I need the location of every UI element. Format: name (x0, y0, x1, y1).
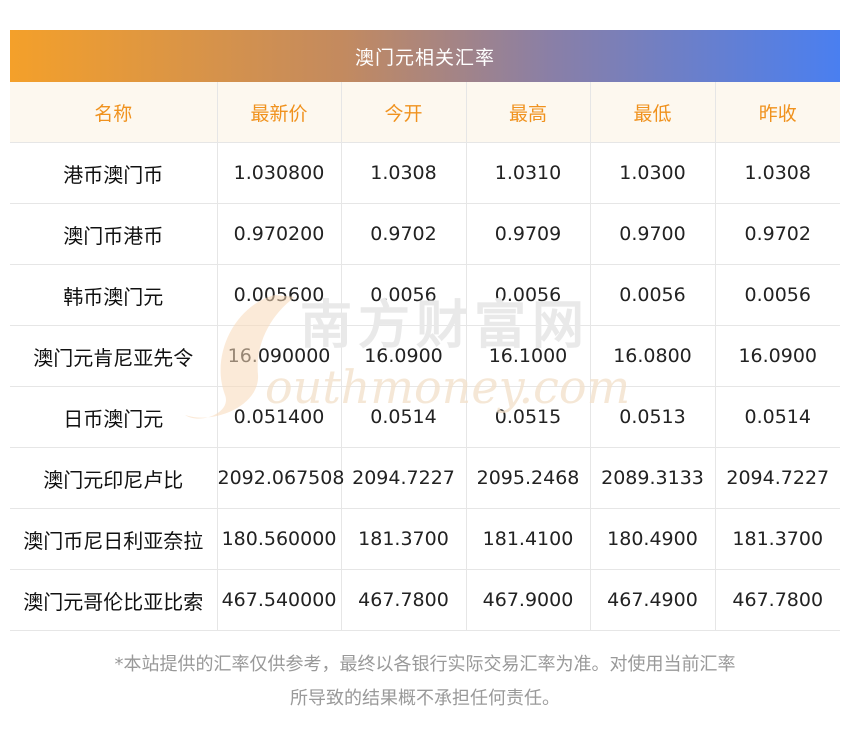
rate-low: 16.0800 (590, 325, 716, 387)
rate-low: 0.9700 (590, 203, 716, 265)
rate-high: 16.1000 (466, 325, 591, 387)
rate-latest: 0.005600 (217, 264, 342, 326)
rate-name: 澳门币尼日利亚奈拉 (10, 508, 218, 570)
rate-latest: 16.090000 (217, 325, 342, 387)
rate-high: 2095.2468 (466, 447, 591, 509)
rate-name: 港币澳门币 (10, 142, 218, 204)
rate-open: 467.7800 (341, 569, 467, 631)
rate-prev-close: 16.0900 (715, 325, 840, 387)
rate-latest: 467.540000 (217, 569, 342, 631)
rate-high: 0.9709 (466, 203, 591, 265)
rate-latest: 180.560000 (217, 508, 342, 570)
rate-open: 2094.7227 (341, 447, 467, 509)
rate-high: 181.4100 (466, 508, 591, 570)
column-header-prev-close: 昨收 (715, 82, 840, 143)
table-row: 日币澳门元 0.051400 0.0514 0.0515 0.0513 0.05… (10, 386, 840, 448)
rate-name: 澳门元哥伦比亚比索 (10, 569, 218, 631)
column-header-high: 最高 (466, 82, 591, 143)
table-title: 澳门元相关汇率 (10, 30, 840, 82)
table-row: 澳门元肯尼亚先令 16.090000 16.0900 16.1000 16.08… (10, 325, 840, 387)
column-header-name: 名称 (10, 82, 218, 143)
rate-latest: 1.030800 (217, 142, 342, 204)
rate-prev-close: 181.3700 (715, 508, 840, 570)
rate-prev-close: 0.0514 (715, 386, 840, 448)
rate-open: 16.0900 (341, 325, 467, 387)
table-row: 港币澳门币 1.030800 1.0308 1.0310 1.0300 1.03… (10, 142, 840, 204)
rate-name: 澳门元肯尼亚先令 (10, 325, 218, 387)
column-header-latest: 最新价 (217, 82, 342, 143)
rate-prev-close: 2094.7227 (715, 447, 840, 509)
table-row: 澳门币尼日利亚奈拉 180.560000 181.3700 181.4100 1… (10, 508, 840, 570)
column-header-low: 最低 (590, 82, 716, 143)
disclaimer-line-2: 所导致的结果概不承担任何责任。 (290, 688, 560, 709)
table-header-row: 名称 最新价 今开 最高 最低 昨收 (10, 82, 840, 143)
table-row: 韩币澳门元 0.005600 0.0056 0.0056 0.0056 0.00… (10, 264, 840, 326)
exchange-rate-table: 名称 最新价 今开 最高 最低 昨收 港币澳门币 1.030800 1.0308… (10, 82, 840, 631)
rate-latest: 2092.067508 (217, 447, 344, 509)
rate-prev-close: 1.0308 (715, 142, 840, 204)
rate-open: 0.0056 (341, 264, 467, 326)
rate-prev-close: 0.9702 (715, 203, 840, 265)
rate-high: 0.0515 (466, 386, 591, 448)
rate-name: 日币澳门元 (10, 386, 218, 448)
rate-open: 181.3700 (341, 508, 467, 570)
rate-latest: 0.051400 (217, 386, 342, 448)
rate-open: 0.9702 (341, 203, 467, 265)
rate-low: 0.0513 (590, 386, 716, 448)
disclaimer: *本站提供的汇率仅供参考，最终以各银行实际交易汇率为准。对使用当前汇率 所导致的… (0, 648, 850, 716)
table-row: 澳门币港币 0.970200 0.9702 0.9709 0.9700 0.97… (10, 203, 840, 265)
rate-latest: 0.970200 (217, 203, 342, 265)
rate-open: 0.0514 (341, 386, 467, 448)
rate-high: 1.0310 (466, 142, 591, 204)
rate-low: 0.0056 (590, 264, 716, 326)
rate-open: 1.0308 (341, 142, 467, 204)
rate-low: 467.4900 (590, 569, 716, 631)
exchange-rate-card: 澳门元相关汇率 名称 最新价 今开 最高 最低 昨收 港币澳门币 1.03080… (10, 30, 840, 631)
rate-name: 澳门币港币 (10, 203, 218, 265)
table-row: 澳门元哥伦比亚比索 467.540000 467.7800 467.9000 4… (10, 569, 840, 631)
rate-prev-close: 0.0056 (715, 264, 840, 326)
rate-name: 韩币澳门元 (10, 264, 218, 326)
rate-low: 2089.3133 (590, 447, 716, 509)
disclaimer-line-1: *本站提供的汇率仅供参考，最终以各银行实际交易汇率为准。对使用当前汇率 (114, 654, 736, 675)
rate-low: 1.0300 (590, 142, 716, 204)
column-header-open: 今开 (341, 82, 467, 143)
table-row: 澳门元印尼卢比 2092.067508 2094.7227 2095.2468 … (10, 447, 840, 509)
rate-high: 467.9000 (466, 569, 591, 631)
rate-prev-close: 467.7800 (715, 569, 840, 631)
rate-high: 0.0056 (466, 264, 591, 326)
rate-name: 澳门元印尼卢比 (10, 447, 218, 509)
rate-low: 180.4900 (590, 508, 716, 570)
